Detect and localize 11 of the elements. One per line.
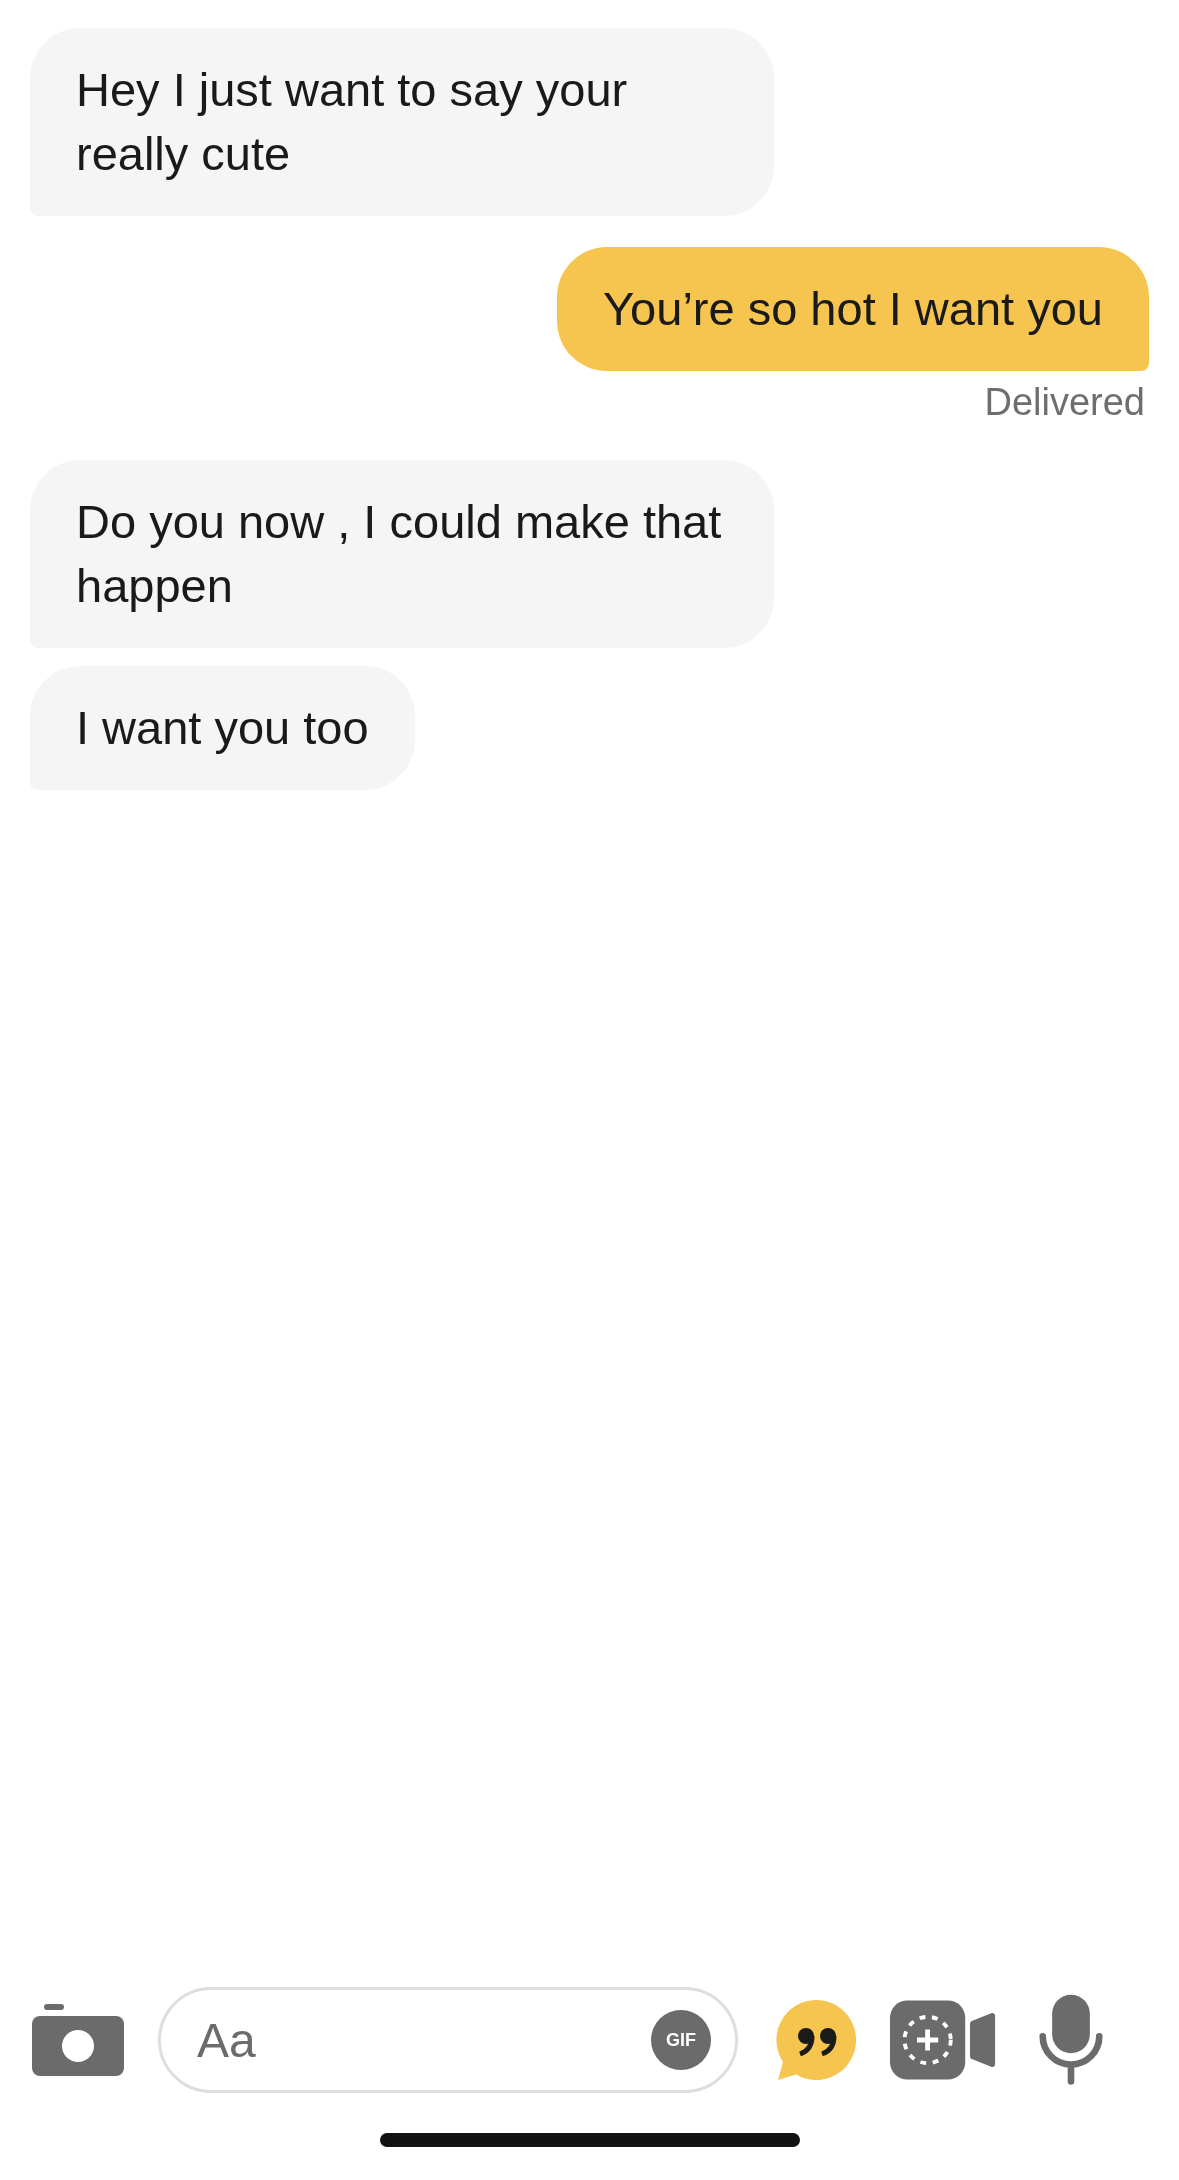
camera-icon[interactable] bbox=[32, 2004, 124, 2076]
message-input-field[interactable]: Aa GIF bbox=[158, 1987, 738, 2093]
delivery-status: Delivered bbox=[984, 381, 1145, 424]
microphone-icon[interactable] bbox=[1038, 1994, 1104, 2086]
message-bubble: Do you now , I could make that happen bbox=[30, 460, 774, 648]
message-bubble: I want you too bbox=[30, 666, 415, 790]
message-bubble: You’re so hot I want you bbox=[557, 247, 1149, 371]
quote-bubble-icon[interactable] bbox=[774, 1998, 858, 2082]
video-call-icon[interactable] bbox=[890, 2000, 998, 2080]
gif-button[interactable]: GIF bbox=[651, 2010, 711, 2070]
message-bubble: Hey I just want to say your really cute bbox=[30, 28, 774, 216]
